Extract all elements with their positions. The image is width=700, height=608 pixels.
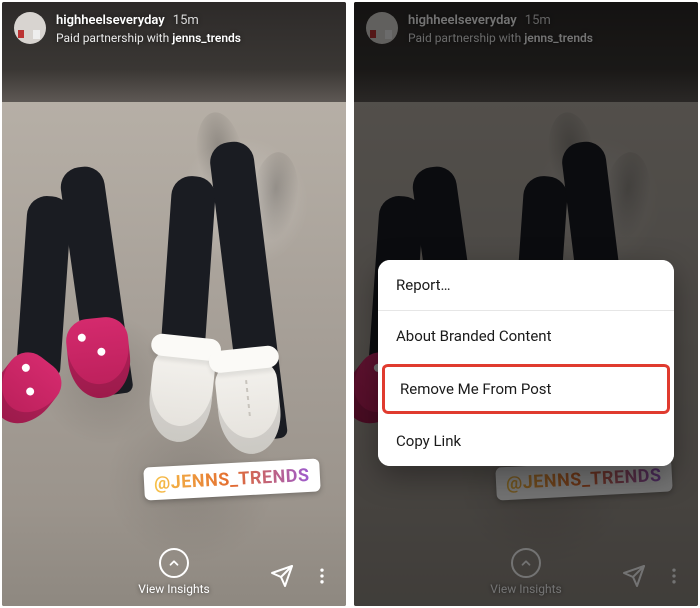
paid-partnership-label[interactable]: Paid partnership with jenns_trends <box>56 30 241 46</box>
more-vertical-icon <box>664 564 684 588</box>
partnership-prefix: Paid partnership with <box>408 31 524 45</box>
paper-plane-icon <box>622 564 646 588</box>
timestamp: 15m <box>173 12 199 30</box>
story-footer: View Insights <box>354 548 698 596</box>
story-screen-with-menu: highheelseveryday 15m Paid partnership w… <box>354 2 698 606</box>
partnership-partner[interactable]: jenns_trends <box>524 31 593 45</box>
action-report[interactable]: Report… <box>378 260 674 310</box>
view-insights-label: View Insights <box>138 582 209 596</box>
story-header: highheelseveryday 15m Paid partnership w… <box>366 12 686 46</box>
timestamp: 15m <box>525 12 551 30</box>
story-header: highheelseveryday 15m Paid partnership w… <box>14 12 334 46</box>
partnership-partner[interactable]: jenns_trends <box>172 31 241 45</box>
header-text: highheelseveryday 15m Paid partnership w… <box>408 12 593 46</box>
action-sheet: Report… About Branded Content Remove Me … <box>378 260 674 466</box>
more-vertical-icon <box>312 564 332 588</box>
share-button[interactable] <box>270 564 294 588</box>
more-options-button[interactable] <box>312 564 332 588</box>
action-copy-link[interactable]: Copy Link <box>378 416 674 466</box>
avatar[interactable] <box>366 12 398 44</box>
more-options-button[interactable] <box>664 564 684 588</box>
chevron-up-icon <box>511 548 541 578</box>
header-text: highheelseveryday 15m Paid partnership w… <box>56 12 241 46</box>
paid-partnership-label[interactable]: Paid partnership with jenns_trends <box>408 30 593 46</box>
action-remove-me-from-post[interactable]: Remove Me From Post <box>382 363 670 414</box>
avatar[interactable] <box>14 12 46 44</box>
username[interactable]: highheelseveryday <box>56 12 165 30</box>
partnership-prefix: Paid partnership with <box>56 31 172 45</box>
share-button[interactable] <box>622 564 646 588</box>
view-insights-button[interactable]: View Insights <box>490 548 561 596</box>
mention-sticker-label: @JENNS_TRENDS <box>506 465 662 494</box>
mention-sticker-label: @JENNS_TRENDS <box>154 465 310 494</box>
story-image <box>2 2 346 606</box>
chevron-up-icon <box>159 548 189 578</box>
story-screen-normal: highheelseveryday 15m Paid partnership w… <box>2 2 346 606</box>
story-footer: View Insights <box>2 548 346 596</box>
view-insights-label: View Insights <box>490 582 561 596</box>
view-insights-button[interactable]: View Insights <box>138 548 209 596</box>
paper-plane-icon <box>270 564 294 588</box>
action-about-branded-content[interactable]: About Branded Content <box>378 310 674 361</box>
username[interactable]: highheelseveryday <box>408 12 517 30</box>
